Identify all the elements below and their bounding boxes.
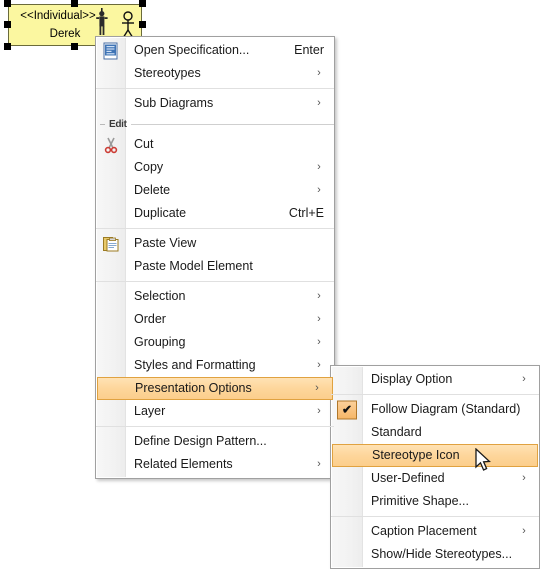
- chevron-right-icon: ›: [317, 67, 321, 79]
- submenu-item-show-hide-stereotypes[interactable]: Show/Hide Stereotypes...: [331, 543, 539, 566]
- menu-item-define-design-pattern[interactable]: Define Design Pattern...: [96, 430, 334, 453]
- selection-handle-bottom-left[interactable]: [4, 43, 11, 50]
- group-rule: [130, 124, 334, 125]
- menu-item-label: Duplicate: [134, 206, 187, 220]
- submenu-item-stereotype-icon[interactable]: Stereotype Icon: [332, 444, 538, 467]
- menu-item-styles-and-formatting[interactable]: Styles and Formatting ›: [96, 354, 334, 377]
- selection-handle-bottom-center[interactable]: [71, 43, 78, 50]
- menu-item-label: User-Defined: [371, 471, 445, 485]
- menu-item-related-elements[interactable]: Related Elements ›: [96, 453, 334, 476]
- chevron-right-icon: ›: [317, 313, 321, 325]
- menu-item-label: Primitive Shape...: [371, 494, 469, 508]
- menu-item-layer[interactable]: Layer ›: [96, 400, 334, 423]
- selection-handle-top-left[interactable]: [4, 0, 11, 7]
- selection-handle-middle-right[interactable]: [139, 21, 146, 28]
- menu-item-shortcut: Ctrl+E: [288, 206, 324, 220]
- menu-item-label: Define Design Pattern...: [134, 434, 267, 448]
- chevron-right-icon: ›: [317, 336, 321, 348]
- menu-item-label: Related Elements: [134, 457, 233, 471]
- menu-item-label: Presentation Options: [135, 381, 252, 395]
- menu-item-label: Open Specification...: [134, 43, 250, 57]
- menu-item-label: Follow Diagram (Standard): [371, 402, 521, 416]
- specification-icon: [102, 42, 120, 60]
- context-menu[interactable]: Open Specification... Enter Stereotypes …: [95, 36, 335, 479]
- menu-item-copy[interactable]: Copy ›: [96, 156, 334, 179]
- chevron-right-icon: ›: [317, 161, 321, 173]
- menu-item-label: Paste Model Element: [134, 259, 253, 273]
- menu-item-label: Order: [134, 312, 166, 326]
- submenu-item-caption-placement[interactable]: Caption Placement ›: [331, 520, 539, 543]
- menu-item-label: Stereotypes: [134, 66, 201, 80]
- scissors-icon: [102, 136, 120, 154]
- submenu-item-standard[interactable]: Standard: [331, 421, 539, 444]
- menu-separator: [96, 88, 334, 89]
- menu-separator: [96, 281, 334, 282]
- menu-separator: [96, 228, 334, 229]
- clipboard-icon: [102, 235, 120, 253]
- presentation-options-submenu[interactable]: Display Option › ✔ Follow Diagram (Stand…: [330, 365, 540, 569]
- menu-item-label: Stereotype Icon: [372, 448, 460, 462]
- menu-item-label: Layer: [134, 404, 166, 418]
- menu-item-label: Sub Diagrams: [134, 96, 214, 110]
- menu-item-grouping[interactable]: Grouping ›: [96, 331, 334, 354]
- chevron-right-icon: ›: [317, 184, 321, 196]
- chevron-right-icon: ›: [317, 97, 321, 109]
- menu-separator: [331, 394, 539, 395]
- menu-item-selection[interactable]: Selection ›: [96, 285, 334, 308]
- chevron-right-icon: ›: [317, 290, 321, 302]
- menu-item-label: Paste View: [134, 236, 197, 250]
- menu-item-label: Delete: [134, 183, 171, 197]
- menu-separator: [96, 426, 334, 427]
- menu-group-label: Edit: [109, 119, 127, 130]
- selection-handle-top-center[interactable]: [71, 0, 78, 7]
- menu-separator: [331, 516, 539, 517]
- selection-handle-top-right[interactable]: [139, 0, 146, 7]
- menu-item-paste-model-element[interactable]: Paste Model Element: [96, 255, 334, 278]
- menu-item-paste-view[interactable]: Paste View: [96, 232, 334, 255]
- menu-item-presentation-options[interactable]: Presentation Options ›: [97, 377, 333, 400]
- chevron-right-icon: ›: [315, 382, 319, 394]
- chevron-right-icon: ›: [522, 472, 526, 484]
- menu-item-label: Grouping: [134, 335, 186, 349]
- submenu-item-user-defined[interactable]: User-Defined ›: [331, 467, 539, 490]
- menu-item-label: Copy: [134, 160, 164, 174]
- submenu-item-primitive-shape[interactable]: Primitive Shape...: [331, 490, 539, 513]
- submenu-item-display-option[interactable]: Display Option ›: [331, 368, 539, 391]
- chevron-right-icon: ›: [522, 525, 526, 537]
- menu-item-stereotypes[interactable]: Stereotypes ›: [96, 62, 334, 85]
- menu-item-label: Display Option: [371, 372, 453, 386]
- menu-item-label: Cut: [134, 137, 154, 151]
- menu-item-shortcut: Enter: [294, 43, 324, 57]
- menu-item-label: Standard: [371, 425, 422, 439]
- selection-handle-middle-left[interactable]: [4, 21, 11, 28]
- menu-item-sub-diagrams[interactable]: Sub Diagrams ›: [96, 92, 334, 115]
- chevron-right-icon: ›: [317, 458, 321, 470]
- menu-item-duplicate[interactable]: Duplicate Ctrl+E: [96, 202, 334, 225]
- menu-item-label: Selection: [134, 289, 186, 303]
- menu-item-open-specification[interactable]: Open Specification... Enter: [96, 39, 334, 62]
- menu-item-label: Styles and Formatting: [134, 358, 256, 372]
- menu-group-edit: Edit: [96, 117, 334, 132]
- submenu-item-follow-diagram-standard[interactable]: ✔ Follow Diagram (Standard): [331, 398, 539, 421]
- menu-item-delete[interactable]: Delete ›: [96, 179, 334, 202]
- chevron-right-icon: ›: [317, 359, 321, 371]
- menu-item-label: Caption Placement: [371, 524, 477, 538]
- checkmark-icon: ✔: [337, 400, 357, 419]
- menu-item-label: Show/Hide Stereotypes...: [371, 547, 513, 561]
- menu-item-order[interactable]: Order ›: [96, 308, 334, 331]
- menu-item-cut[interactable]: Cut: [96, 133, 334, 156]
- chevron-right-icon: ›: [522, 373, 526, 385]
- chevron-right-icon: ›: [317, 405, 321, 417]
